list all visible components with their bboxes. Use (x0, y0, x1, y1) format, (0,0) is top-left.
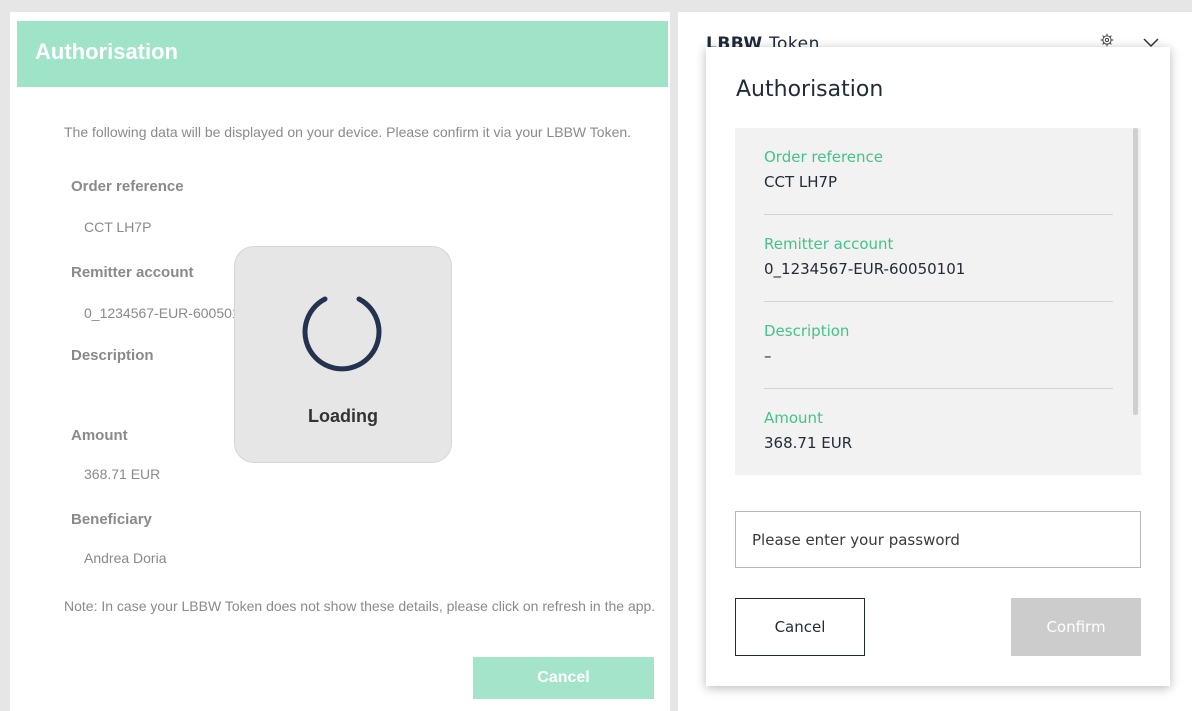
loading-label: Loading (308, 406, 378, 426)
gear-icon[interactable] (1096, 33, 1118, 47)
token-app-brand: LBBW Token (706, 34, 820, 48)
token-authorisation-dialog: Authorisation Order reference CCT LH7P R… (706, 47, 1170, 686)
beneficiary-value: Andrea Doria (84, 550, 167, 566)
list-item: Order reference CCT LH7P (764, 128, 1113, 215)
description-label: Description (71, 347, 154, 364)
list-item: Remitter account 0_1234567-EUR-60050101 (764, 215, 1113, 302)
list-item: Amount 368.71 EUR (764, 389, 1113, 475)
spinner-icon (302, 296, 382, 372)
intro-text: The following data will be displayed on … (64, 124, 632, 140)
scrollbar[interactable] (1133, 128, 1138, 415)
token-dialog-title: Authorisation (736, 77, 884, 102)
refresh-note: Note: In case your LBBW Token does not s… (64, 598, 656, 614)
brand-suffix: Token (769, 34, 820, 48)
remitter-account-value: 0_1234567-EUR-60050101 (84, 305, 256, 321)
brand-logo: LBBW (706, 34, 763, 48)
amount-label: Amount (71, 427, 128, 444)
list-item: Description – (764, 302, 1113, 389)
token-cancel-button[interactable]: Cancel (735, 598, 865, 656)
transaction-details-list: Order reference CCT LH7P Remitter accoun… (735, 128, 1141, 475)
remitter-account-label: Remitter account (71, 264, 194, 281)
dialog-header: Authorisation (17, 21, 668, 87)
password-input[interactable] (735, 511, 1141, 568)
confirm-button[interactable]: Confirm (1011, 598, 1141, 656)
amount-value: 368.71 EUR (764, 434, 853, 452)
remitter-account-value: 0_1234567-EUR-60050101 (764, 260, 966, 278)
order-reference-value: CCT LH7P (764, 173, 838, 191)
order-reference-label: Order reference (764, 148, 884, 166)
order-reference-label: Order reference (71, 178, 184, 195)
order-reference-value: CCT LH7P (84, 219, 152, 235)
amount-value: 368.71 EUR (84, 466, 161, 482)
dialog-title: Authorisation (35, 39, 178, 64)
beneficiary-label: Beneficiary (71, 511, 152, 528)
description-value: – (764, 347, 772, 365)
loading-overlay: Loading (234, 246, 452, 463)
amount-label: Amount (764, 409, 823, 427)
description-label: Description (764, 322, 850, 340)
remitter-account-label: Remitter account (764, 235, 894, 253)
cancel-button[interactable]: Cancel (473, 657, 654, 699)
